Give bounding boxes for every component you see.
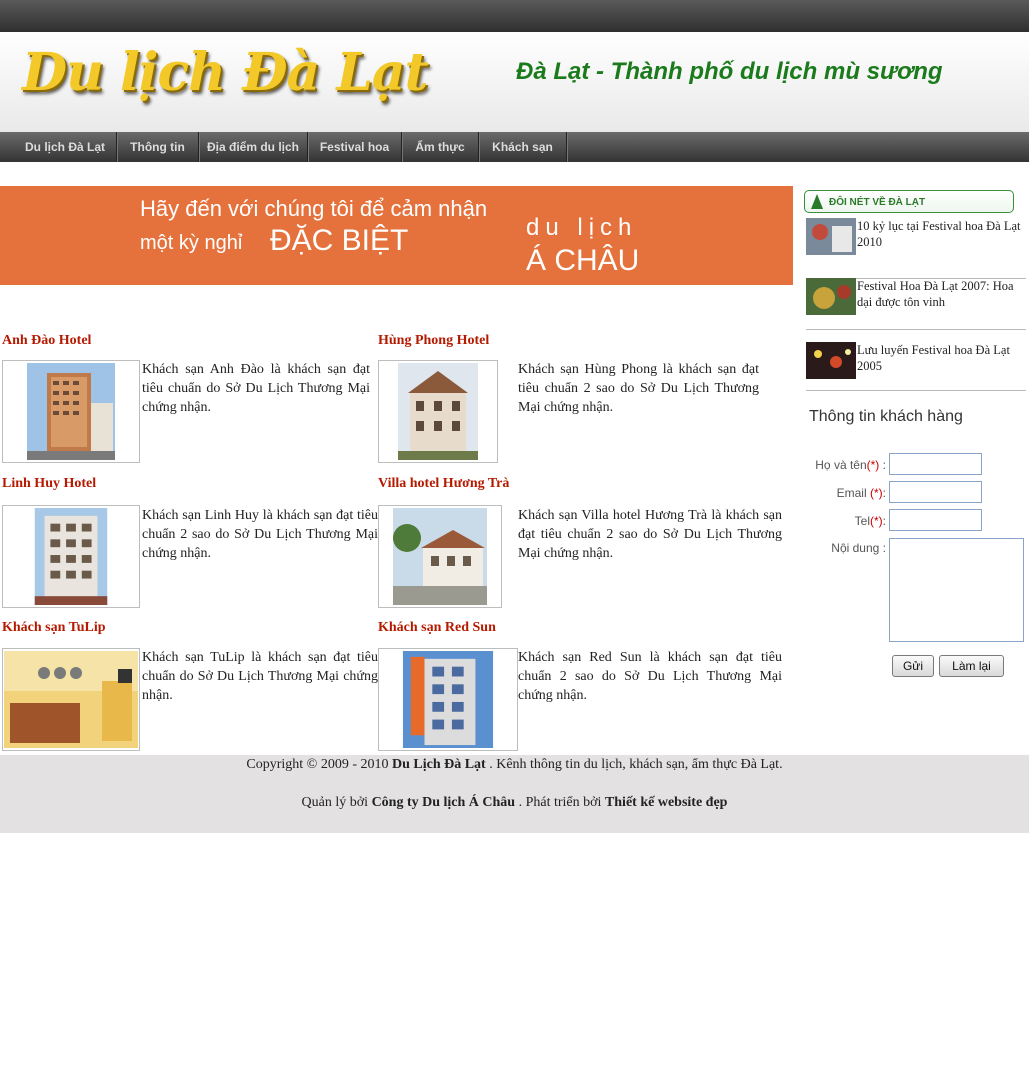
news-link[interactable]: 10 kỷ lục tại Festival hoa Đà Lạt 2010 [857,218,1025,250]
banner-line2b: ĐẶC BIỆT [270,224,409,257]
site-footer: Copyright © 2009 - 2010 Du Lịch Đà Lạt .… [0,755,1029,833]
tel-label: Tel(*): [854,514,886,528]
hotel-thumbnail[interactable] [378,648,518,751]
email-label: Email (*): [836,486,886,500]
site-logo[interactable]: Du lịch Đà Lạt [22,42,429,103]
site-slogan: Đà Lạt - Thành phố du lịch mù sương [516,58,943,85]
news-item[interactable]: Festival Hoa Đà Lạt 2007: Hoa dại được t… [806,278,1026,330]
hotel-title[interactable]: Linh Huy Hotel [2,476,96,492]
name-label: Họ và tên(*) : [815,458,886,472]
content-textarea[interactable] [889,538,1024,642]
nav-item-am-thuc[interactable]: Ẩm thực [402,132,479,162]
tel-input[interactable] [889,509,982,531]
submit-button[interactable]: Gửi [892,655,934,677]
name-input[interactable] [889,453,982,475]
hotel-thumbnail[interactable] [378,505,502,608]
footer-company-link[interactable]: Công ty Du lịch Á Châu [372,795,516,810]
news-item[interactable]: Lưu luyến Festival hoa Đà Lạt 2005 [806,342,1026,391]
nav-item-festival-hoa[interactable]: Festival hoa [308,132,402,162]
nav-item-thong-tin[interactable]: Thông tin [117,132,199,162]
footer-credits: Quản lý bởi Công ty Du lịch Á Châu . Phá… [301,795,728,810]
hotel-thumbnail[interactable] [2,648,140,751]
site-header: Du lịch Đà Lạt Đà Lạt - Thành phố du lịc… [0,32,1029,132]
banner-line1: Hãy đến với chúng tôi để cảm nhận [140,196,488,221]
reset-button[interactable]: Làm lại [939,655,1004,677]
top-bar [0,0,1029,33]
hotel-description: Khách sạn Hùng Phong là khách sạn đạt ti… [518,362,759,415]
sidebar-heading-text: ĐÔI NÉT VỀ ĐÀ LẠT [829,197,926,208]
hotel-title[interactable]: Khách sạn Red Sun [378,620,496,636]
hotel-thumbnail[interactable] [378,360,498,463]
hotel-description: Khách sạn TuLip là khách sạn đạt tiêu ch… [142,650,378,703]
hotel-thumbnail[interactable] [2,360,140,463]
hotel-description: Khách sạn Villa hotel Hương Trà là khách… [518,508,782,561]
hotel-title[interactable]: Villa hotel Hương Trà [378,476,509,492]
news-item[interactable]: 10 kỷ lục tại Festival hoa Đà Lạt 2010 [806,218,1026,279]
footer-copyright: Copyright © 2009 - 2010 Du Lịch Đà Lạt .… [246,757,783,772]
email-input[interactable] [889,481,982,503]
hotel-photo-icon [34,508,108,605]
nav-item-khach-san[interactable]: Khách sạn [479,132,567,162]
contact-form-title: Thông tin khách hàng [809,408,963,425]
hotel-title[interactable]: Anh Đào Hotel [2,333,91,349]
nav-item-dia-diem-du-lich[interactable]: Địa điểm du lịch [199,132,308,162]
banner-line4: Á CHÂU [526,244,640,277]
news-thumbnail-icon [806,278,856,315]
sidebar-heading: ĐÔI NÉT VỀ ĐÀ LẠT [804,190,1014,213]
banner-line2a: một kỳ nghỉ [140,232,243,254]
nav-item-du-lich-da-lat[interactable]: Du lịch Đà Lạt [14,132,117,162]
promo-banner[interactable]: Hãy đến với chúng tôi để cảm nhận một kỳ… [0,186,793,285]
news-link[interactable]: Lưu luyến Festival hoa Đà Lạt 2005 [857,342,1025,374]
news-link[interactable]: Festival Hoa Đà Lạt 2007: Hoa dại được t… [857,278,1025,310]
hotel-photo-icon [398,363,478,460]
footer-brand-link[interactable]: Du Lịch Đà Lạt [392,757,486,772]
news-thumbnail-icon [806,342,856,379]
hotel-description: Khách sạn Red Sun là khách sạn đạt tiêu … [518,650,782,703]
hotel-description: Khách sạn Linh Huy là khách sạn đạt tiêu… [142,508,378,561]
hotel-photo-icon [402,651,494,748]
hotel-title[interactable]: Khách sạn TuLip [2,620,106,636]
news-thumbnail-icon [806,218,856,255]
hotel-photo-icon [27,363,115,460]
hotel-thumbnail[interactable] [2,505,140,608]
banner-line3: du lịch [526,214,638,241]
tree-icon [811,194,823,209]
hotel-description: Khách sạn Anh Đào là khách sạn đạt tiêu … [142,362,370,415]
hotel-photo-icon [393,508,487,605]
hotel-title[interactable]: Hùng Phong Hotel [378,333,489,349]
content-label: Nội dung : [831,541,886,555]
main-nav: Du lịch Đà Lạt Thông tin Địa điểm du lịc… [0,132,1029,162]
hotel-photo-icon [4,651,138,748]
footer-developer-link[interactable]: Thiết kế website đẹp [605,795,728,810]
